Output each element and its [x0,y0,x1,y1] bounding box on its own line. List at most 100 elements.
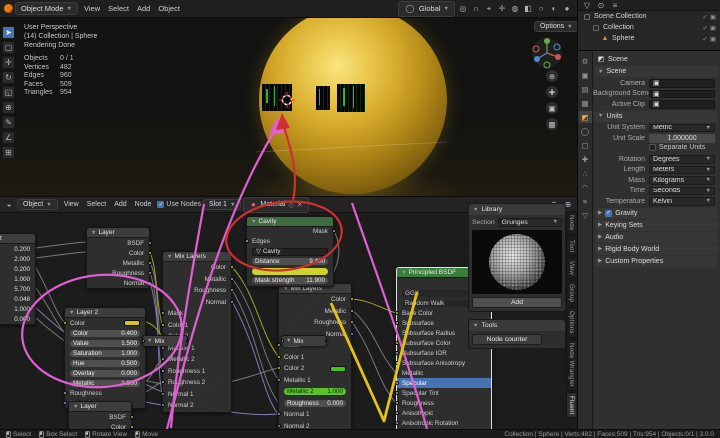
input-socket[interactable] [160,368,165,373]
input-socket[interactable] [160,380,165,385]
node-mix-layers-1[interactable]: ▼ Mix Layers Color Metallic Roughness Normal M… [160,251,234,413]
value-slider[interactable]: Saturation 1.000 [70,349,140,357]
collapse-icon[interactable]: ▼ [73,404,78,410]
node-layer-2[interactable]: ▼ Layer 2 Color Color 0.400 Value 1.500 Saturat… [62,307,146,409]
properties-tab-tool-icon[interactable]: ⚙ [579,55,592,67]
move-icon[interactable]: ✛ [2,56,15,69]
node-layer-3[interactable]: ▼LayerBSDFColorMetallic [68,401,134,431]
input-socket[interactable] [394,390,399,395]
properties-tab-scene-icon[interactable]: ◩ [578,111,592,123]
node-header[interactable]: ▼ Layer 2 [65,308,145,318]
sidebar-tab-node[interactable]: Node [566,211,576,235]
menu-add[interactable]: Add [133,3,154,14]
value-slider[interactable]: Color 0.400 [70,329,140,337]
tools-panel-header[interactable]: ▼ Tools [469,320,565,331]
output-socket[interactable] [331,229,336,234]
input-socket[interactable] [276,423,281,428]
input-socket[interactable] [276,412,281,417]
value-slider[interactable]: Mask strength 11.900 [252,277,328,285]
properties-tab-viewlayer-icon[interactable]: ▦ [579,97,592,109]
time-field[interactable]: Seconds ▼ [649,186,715,195]
orientation-dropdown[interactable]: ◯ Global ▼ [397,0,455,17]
node-header[interactable]: ▼ Cavity [247,217,333,227]
collapse-icon[interactable]: ▼ [286,338,291,344]
input-socket[interactable] [394,350,399,355]
add-cube-icon[interactable]: ⊞ [2,146,15,159]
color-swatch[interactable] [124,320,140,326]
shield-icon[interactable]: ◇ [288,201,293,209]
sidebar-tab-options[interactable]: Options [566,307,576,338]
3d-viewport[interactable]: User Perspective (14) Collection | Sphere… [0,18,577,196]
output-socket[interactable] [349,297,354,302]
section-header-scene[interactable]: ▼ Scene [595,66,718,77]
add-button[interactable]: Add [472,296,562,308]
zoom-icon[interactable]: ⊕ [546,70,558,82]
properties-tab-physics-icon[interactable]: ◠ [579,181,592,193]
input-socket[interactable] [394,400,399,405]
node-layer-1[interactable]: ▼ Layer BSDF Color Metallic Roughness Normal [86,227,152,289]
value-slider[interactable]: Roughness 0.000 [284,399,346,407]
input-socket[interactable] [394,310,399,315]
render-visibility-icon[interactable]: ▣ [710,24,716,32]
use-nodes-checkbox[interactable]: ✓ [157,201,165,208]
filter-icon[interactable]: ▽ [581,0,593,11]
output-socket[interactable] [147,280,152,285]
input-socket[interactable] [394,410,399,415]
render-visibility-icon[interactable]: ▣ [710,35,716,43]
active-clip-field[interactable]: ▣ [649,100,715,109]
transform-icon[interactable]: ⊕ [2,101,15,114]
node-mix-2[interactable]: ▼ Mix [281,335,327,346]
search-icon[interactable]: ⊙ [595,0,607,11]
node-mix-1[interactable]: ▼ Mix [142,335,188,346]
gizmo-toggle-icon[interactable]: ✛ [496,3,508,15]
shader-menu-view[interactable]: View [60,200,83,209]
overlays-icon[interactable]: ◍ [509,3,521,15]
options-button[interactable]: Options ▼ [534,21,577,32]
node-header[interactable]: ▼ Mix Layers [163,252,231,262]
output-socket[interactable] [147,240,152,245]
output-socket[interactable] [229,299,234,304]
input-socket[interactable] [62,400,67,405]
ortho-toggle-icon[interactable]: ▦ [546,118,558,130]
sidebar-tab-group[interactable]: Group [566,279,576,307]
input-socket[interactable] [394,420,399,425]
section-header-units[interactable]: ▼ Units [595,110,718,122]
material-name-field[interactable]: ● Material ◇ ✕ [243,196,309,213]
output-socket[interactable] [229,276,234,281]
sidebar-tab-node-wrangler[interactable]: Node Wrangler [566,338,576,391]
display-mode-icon[interactable]: ≡ [609,0,621,11]
output-socket[interactable] [324,338,326,343]
section-header-rigid-body-world[interactable]: ▶ Rigid Body World [595,243,718,255]
checkbox-icon[interactable]: ✓ [605,209,613,217]
properties-tab-constraint-icon[interactable]: ≡ [579,195,592,207]
value-slider[interactable]: Hue 0.500 [70,359,140,367]
render-visibility-icon[interactable]: ▣ [710,13,716,21]
mode-dropdown[interactable]: Object Mode ▼ [15,2,78,15]
shading-solid-icon[interactable]: ○ [535,3,547,15]
shading-rendered-icon[interactable]: ● [561,3,573,15]
section-header-keying-sets[interactable]: ▶ Keying Sets [595,219,718,231]
node-header[interactable]: ▼Image gradient [0,234,35,244]
collapse-icon[interactable]: ▼ [69,310,74,316]
input-socket[interactable] [62,390,67,395]
output-socket[interactable] [129,424,134,429]
color-field[interactable] [252,267,328,275]
snap-magnet-icon[interactable]: ∩ [470,3,482,15]
input-socket[interactable] [394,360,399,365]
collapse-icon[interactable]: ▼ [251,219,256,225]
tweak-icon[interactable]: ➤ [2,26,15,39]
output-socket[interactable] [129,414,134,419]
output-socket[interactable] [229,288,234,293]
properties-tab-modifier-icon[interactable]: ✚ [579,153,592,165]
input-socket[interactable] [276,354,281,359]
value-slider[interactable]: Value 1.500 [70,339,140,347]
separate-units-checkbox[interactable]: Separate Units [649,144,705,152]
shader-menu-node[interactable]: Node [131,200,156,209]
output-socket[interactable] [147,250,152,255]
input-socket[interactable] [282,338,284,343]
color-swatch[interactable] [330,365,346,372]
input-socket[interactable] [394,370,399,375]
navigation-gizmo[interactable] [530,36,564,70]
properties-tab-output-icon[interactable]: ▤ [579,83,592,95]
camera-view-icon[interactable]: ▣ [546,102,558,114]
